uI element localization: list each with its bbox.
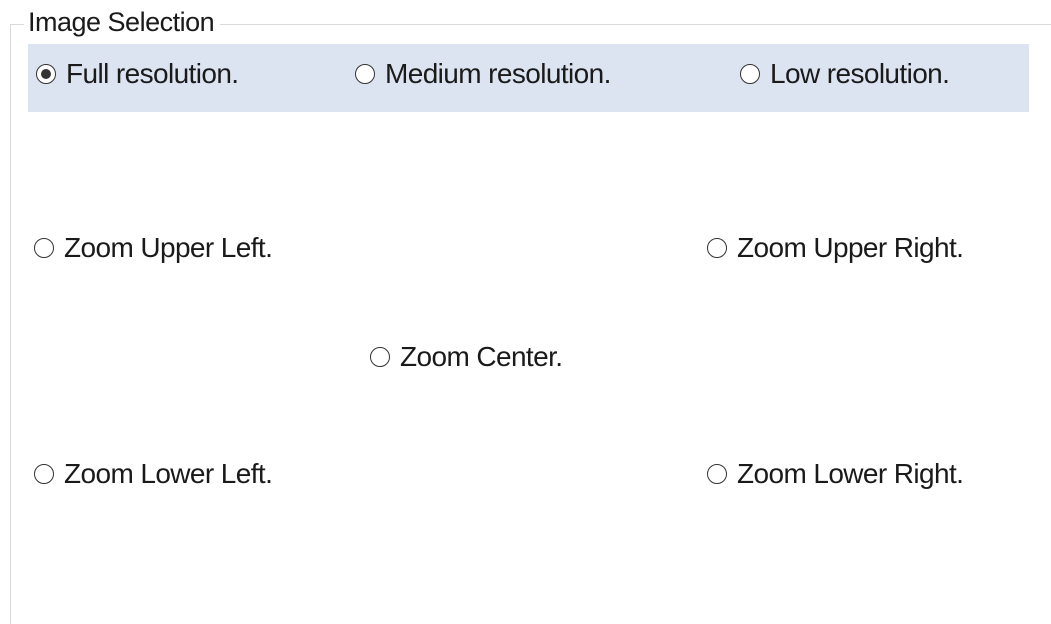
zoom-lower-left-label: Zoom Lower Left. bbox=[64, 458, 273, 489]
radio-circle-icon bbox=[740, 64, 760, 84]
zoom-upper-right-label: Zoom Upper Right. bbox=[737, 232, 964, 263]
zoom-upper-left-radio[interactable]: Zoom Upper Left. bbox=[34, 228, 273, 268]
full-resolution-label: Full resolution. bbox=[66, 58, 239, 89]
full-resolution-radio[interactable]: Full resolution. bbox=[36, 54, 239, 94]
image-selection-groupbox bbox=[10, 24, 1051, 624]
groupbox-title: Image Selection bbox=[24, 6, 221, 38]
zoom-lower-right-radio[interactable]: Zoom Lower Right. bbox=[707, 454, 964, 494]
zoom-center-radio[interactable]: Zoom Center. bbox=[370, 337, 563, 377]
zoom-center-label: Zoom Center. bbox=[400, 341, 563, 372]
radio-circle-icon bbox=[370, 347, 390, 367]
low-resolution-radio[interactable]: Low resolution. bbox=[740, 54, 950, 94]
low-resolution-label: Low resolution. bbox=[770, 58, 950, 89]
zoom-upper-left-label: Zoom Upper Left. bbox=[64, 232, 273, 263]
radio-circle-icon bbox=[34, 464, 54, 484]
zoom-lower-left-radio[interactable]: Zoom Lower Left. bbox=[34, 454, 273, 494]
radio-circle-icon bbox=[355, 64, 375, 84]
radio-circle-icon bbox=[34, 238, 54, 258]
zoom-upper-right-radio[interactable]: Zoom Upper Right. bbox=[707, 228, 964, 268]
radio-circle-icon bbox=[707, 238, 727, 258]
medium-resolution-label: Medium resolution. bbox=[385, 58, 611, 89]
radio-circle-icon bbox=[36, 64, 56, 84]
medium-resolution-radio[interactable]: Medium resolution. bbox=[355, 54, 611, 94]
zoom-lower-right-label: Zoom Lower Right. bbox=[737, 458, 964, 489]
radio-circle-icon bbox=[707, 464, 727, 484]
